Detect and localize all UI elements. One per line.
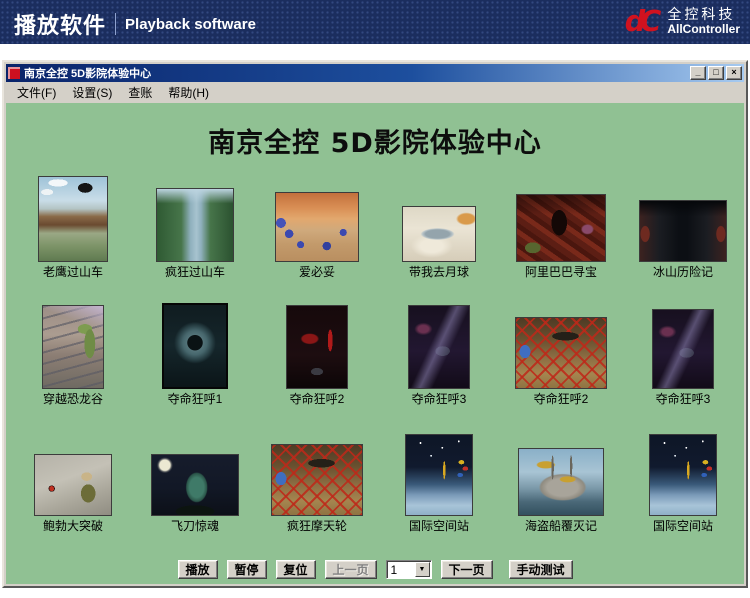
movie-title: 冰山历险记 bbox=[653, 265, 713, 280]
movie-cell: 夺命狂呼2 bbox=[256, 280, 378, 407]
movie-cell: 海盗船覆灭记 bbox=[500, 407, 622, 534]
movie-thumbnail[interactable] bbox=[151, 454, 239, 516]
app-window: 南京全控 5D影院体验中心 _ □ × 文件(F) 设置(S) 查账 帮助(H)… bbox=[2, 60, 748, 588]
movie-cell: 疯狂过山车 bbox=[134, 153, 256, 280]
menu-audit[interactable]: 查账 bbox=[120, 82, 160, 103]
page: 播放软件 Playback software dC 全控科技 AllContro… bbox=[0, 0, 750, 598]
minimize-icon[interactable]: _ bbox=[690, 66, 706, 80]
movie-thumbnail[interactable] bbox=[156, 188, 234, 262]
menu-help[interactable]: 帮助(H) bbox=[160, 82, 217, 103]
movie-cell: 国际空间站 bbox=[378, 407, 500, 534]
app-title-en: Playback software bbox=[125, 16, 256, 33]
movie-title: 国际空间站 bbox=[653, 519, 713, 534]
movie-title: 爱必妥 bbox=[299, 265, 335, 280]
window-controls: _ □ × bbox=[690, 66, 742, 80]
top-banner: 播放软件 Playback software dC 全控科技 AllContro… bbox=[0, 0, 750, 44]
movie-thumbnail[interactable] bbox=[34, 454, 112, 516]
movie-cell: 爱必妥 bbox=[256, 153, 378, 280]
movie-thumbnail[interactable] bbox=[38, 176, 108, 262]
app-icon bbox=[8, 67, 20, 79]
movie-thumbnail[interactable] bbox=[402, 206, 476, 262]
manual-test-button[interactable]: 手动测试 bbox=[509, 560, 573, 579]
movie-cell: 老鹰过山车 bbox=[12, 153, 134, 280]
movie-title: 鲍勃大突破 bbox=[43, 519, 103, 534]
brand-name-en: AllController bbox=[667, 22, 740, 36]
close-icon[interactable]: × bbox=[726, 66, 742, 80]
movie-title: 疯狂过山车 bbox=[165, 265, 225, 280]
chevron-down-icon[interactable]: ▼ bbox=[415, 562, 430, 577]
movie-thumbnail[interactable] bbox=[515, 317, 607, 389]
movie-thumbnail[interactable] bbox=[516, 194, 606, 262]
movie-cell: 夺命狂呼1 bbox=[134, 280, 256, 407]
movie-title: 夺命狂呼3 bbox=[656, 392, 711, 407]
maximize-icon[interactable]: □ bbox=[708, 66, 724, 80]
movie-title: 国际空间站 bbox=[409, 519, 469, 534]
movie-thumbnail[interactable] bbox=[405, 434, 473, 516]
movie-cell: 穿越恐龙谷 bbox=[12, 280, 134, 407]
movie-thumbnail[interactable] bbox=[639, 200, 727, 262]
movie-cell: 夺命狂呼3 bbox=[622, 280, 744, 407]
movie-title: 阿里巴巴寻宝 bbox=[525, 265, 597, 280]
movie-thumbnail[interactable] bbox=[42, 305, 104, 389]
movie-title: 海盗船覆灭记 bbox=[525, 519, 597, 534]
movie-thumbnail[interactable] bbox=[162, 303, 228, 389]
play-button[interactable]: 播放 bbox=[178, 560, 218, 579]
movie-cell: 冰山历险记 bbox=[622, 153, 744, 280]
brand-name-cn: 全控科技 bbox=[667, 6, 740, 22]
next-page-button[interactable]: 下一页 bbox=[441, 560, 493, 579]
page-select[interactable]: 1 ▼ bbox=[386, 560, 432, 579]
client-area: 南京全控 5D影院体验中心 老鹰过山车 疯狂过山车 爱必妥 带我去月球 bbox=[6, 103, 744, 584]
movie-title: 飞刀惊魂 bbox=[171, 519, 219, 534]
movie-thumbnail[interactable] bbox=[408, 305, 470, 389]
movie-thumbnail[interactable] bbox=[271, 444, 363, 516]
movie-thumbnail[interactable] bbox=[652, 309, 714, 389]
movie-title: 带我去月球 bbox=[409, 265, 469, 280]
menu-bar: 文件(F) 设置(S) 查账 帮助(H) bbox=[6, 82, 744, 103]
movie-thumbnail[interactable] bbox=[286, 305, 348, 389]
movie-cell: 疯狂摩天轮 bbox=[256, 407, 378, 534]
movie-thumbnail[interactable] bbox=[518, 448, 604, 516]
movie-title: 穿越恐龙谷 bbox=[43, 392, 103, 407]
allcontroller-logo-text: 全控科技 AllController bbox=[667, 6, 740, 36]
allcontroller-logo: dC 全控科技 AllController bbox=[625, 5, 740, 37]
movie-title: 老鹰过山车 bbox=[43, 265, 103, 280]
movie-cell: 夺命狂呼3 bbox=[378, 280, 500, 407]
banner-titles: 播放软件 Playback software bbox=[14, 8, 256, 40]
page-select-value: 1 bbox=[391, 563, 398, 577]
page-title: 南京全控 5D影院体验中心 bbox=[6, 103, 744, 153]
movie-title: 夺命狂呼1 bbox=[168, 392, 223, 407]
movie-cell: 国际空间站 bbox=[622, 407, 744, 534]
movie-title: 夺命狂呼3 bbox=[412, 392, 467, 407]
menu-file[interactable]: 文件(F) bbox=[9, 82, 64, 103]
movie-title: 夺命狂呼2 bbox=[534, 392, 589, 407]
menu-settings[interactable]: 设置(S) bbox=[64, 82, 120, 103]
window-title: 南京全控 5D影院体验中心 bbox=[24, 65, 690, 81]
movie-title: 夺命狂呼2 bbox=[290, 392, 345, 407]
window-titlebar[interactable]: 南京全控 5D影院体验中心 _ □ × bbox=[6, 64, 744, 82]
reset-button[interactable]: 复位 bbox=[276, 560, 316, 579]
banner-divider bbox=[115, 13, 116, 35]
movie-cell: 带我去月球 bbox=[378, 153, 500, 280]
movie-title: 疯狂摩天轮 bbox=[287, 519, 347, 534]
movie-cell: 鲍勃大突破 bbox=[12, 407, 134, 534]
movie-grid: 老鹰过山车 疯狂过山车 爱必妥 带我去月球 阿里巴巴寻宝 bbox=[12, 153, 744, 534]
movie-thumbnail[interactable] bbox=[275, 192, 359, 262]
prev-page-button[interactable]: 上一页 bbox=[325, 560, 377, 579]
pause-button[interactable]: 暂停 bbox=[227, 560, 267, 579]
movie-cell: 飞刀惊魂 bbox=[134, 407, 256, 534]
movie-cell: 夺命狂呼2 bbox=[500, 280, 622, 407]
app-title-cn: 播放软件 bbox=[14, 8, 106, 40]
playback-toolbar: 播放 暂停 复位 上一页 1 ▼ 下一页 手动测试 bbox=[6, 560, 744, 579]
allcontroller-logo-icon: dC bbox=[622, 5, 666, 37]
movie-thumbnail[interactable] bbox=[649, 434, 717, 516]
movie-cell: 阿里巴巴寻宝 bbox=[500, 153, 622, 280]
